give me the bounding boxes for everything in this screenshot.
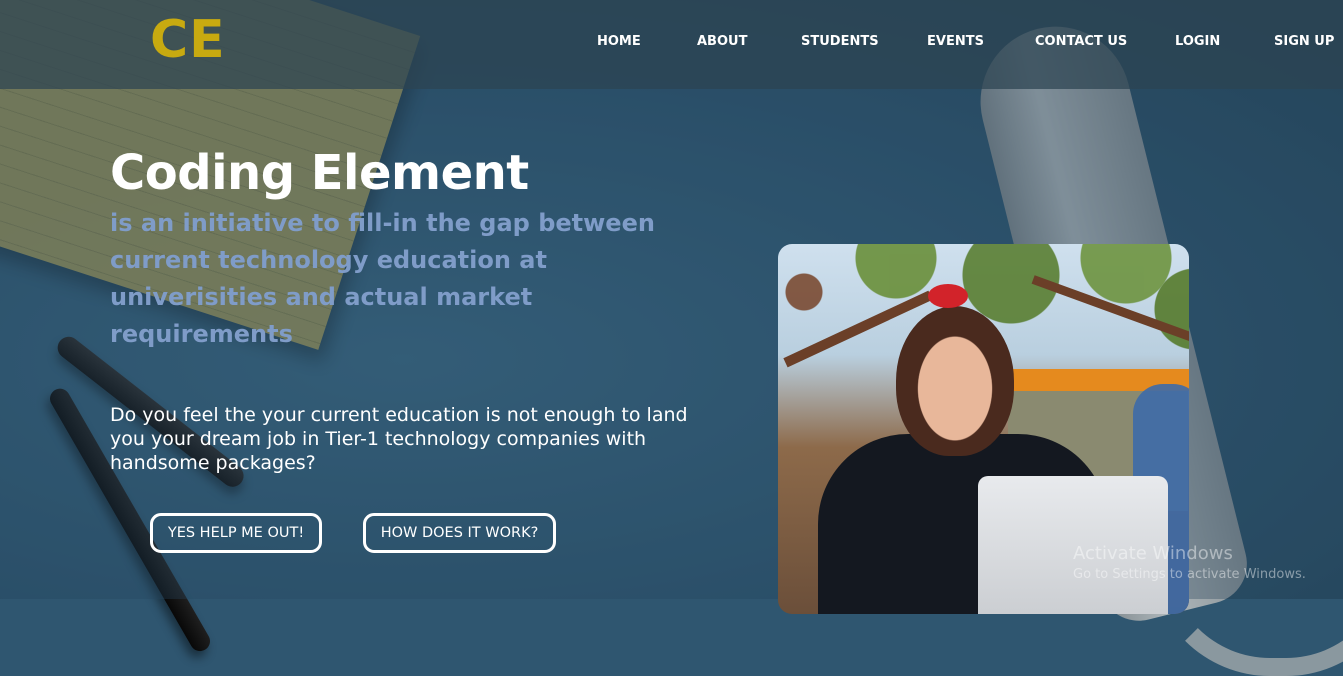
how-does-it-work-button[interactable]: HOW DOES IT WORK? bbox=[363, 513, 556, 553]
watermark-subtitle: Go to Settings to activate Windows. bbox=[1073, 567, 1306, 582]
hero-title: Coding Element bbox=[110, 145, 529, 201]
nav-login[interactable]: LOGIN bbox=[1175, 34, 1220, 49]
yes-help-me-out-button[interactable]: YES HELP ME OUT! bbox=[150, 513, 322, 553]
nav-contact-us[interactable]: CONTACT US bbox=[1035, 34, 1127, 49]
nav-about[interactable]: ABOUT bbox=[697, 34, 747, 49]
site-logo[interactable]: CE bbox=[150, 10, 226, 70]
windows-activation-watermark: Activate Windows Go to Settings to activ… bbox=[1073, 543, 1306, 582]
hero-question: Do you feel the your current education i… bbox=[110, 404, 688, 474]
nav-sign-up[interactable]: SIGN UP bbox=[1274, 34, 1334, 49]
photo-scrunchie bbox=[928, 284, 968, 308]
nav-students[interactable]: STUDENTS bbox=[801, 34, 879, 49]
hero-subtitle: is an initiative to fill-in the gap betw… bbox=[110, 209, 655, 348]
nav-home[interactable]: HOME bbox=[597, 34, 641, 49]
top-navbar: CE HOME ABOUT STUDENTS EVENTS CONTACT US… bbox=[0, 0, 1343, 89]
watermark-title: Activate Windows bbox=[1073, 543, 1233, 564]
photo-person-head bbox=[896, 306, 1014, 456]
nav-events[interactable]: EVENTS bbox=[927, 34, 984, 49]
